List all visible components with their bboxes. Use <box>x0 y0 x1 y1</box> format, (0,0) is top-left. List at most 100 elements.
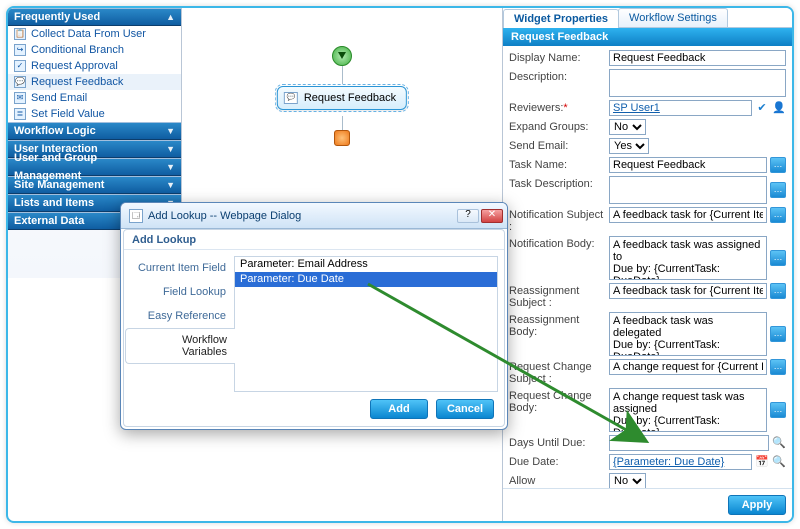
section-label: Lists and Items <box>14 194 94 212</box>
lookup-icon[interactable]: … <box>770 402 786 418</box>
label-reassignment-subject: Reassignment Subject : <box>509 283 609 309</box>
calendar-icon[interactable]: 📅 <box>755 455 769 469</box>
chevron-down-icon: ▼ <box>166 158 175 176</box>
tab-workflow-settings[interactable]: Workflow Settings <box>618 8 728 27</box>
dialog-tab-field-lookup[interactable]: Field Lookup <box>124 280 234 304</box>
toolbox-item-request-approval[interactable]: ✓ Request Approval <box>8 58 181 74</box>
label-request-change-body: Request Change Body: <box>509 388 609 414</box>
reassignment-body-input[interactable]: A feedback task was delegated Due by: {C… <box>609 312 767 356</box>
page-icon: 🗔 <box>129 209 143 223</box>
dialog-titlebar[interactable]: 🗔 Add Lookup -- Webpage Dialog ? ✕ <box>121 203 507 229</box>
section-label: Site Management <box>14 176 104 194</box>
section-workflow-logic[interactable]: Workflow Logic ▼ <box>8 122 181 140</box>
label-reviewers: Reviewers:* <box>509 100 609 114</box>
request-change-subject-input[interactable] <box>609 359 767 375</box>
item-label: Set Field Value <box>31 106 105 122</box>
label-expand-groups: Expand Groups: <box>509 119 609 133</box>
help-button[interactable]: ? <box>457 209 479 223</box>
label-days-until-due: Days Until Due: <box>509 435 609 449</box>
apply-button[interactable]: Apply <box>728 495 786 515</box>
frequently-used-items: 📋 Collect Data From User ↪ Conditional Bra… <box>8 26 181 122</box>
connector <box>342 116 343 130</box>
cancel-button[interactable]: Cancel <box>436 399 494 419</box>
properties-section-title: Request Feedback <box>503 28 792 46</box>
dialog-side-tabs: Current Item Field Field Lookup Easy Ref… <box>124 250 234 392</box>
toolbox-item-request-feedback[interactable]: 💬 Request Feedback <box>8 74 181 90</box>
notification-body-input[interactable]: A feedback task was assigned to Due by: … <box>609 236 767 280</box>
allow-reassignment-select[interactable]: No <box>609 473 646 488</box>
lookup-icon[interactable]: … <box>770 326 786 342</box>
properties-tabs: Widget Properties Workflow Settings <box>503 8 792 28</box>
lookup-icon[interactable]: … <box>770 250 786 266</box>
feedback-icon: 💬 <box>284 92 298 104</box>
start-node[interactable] <box>332 46 352 66</box>
section-user-group-mgmt[interactable]: User and Group Management▼ <box>8 158 181 176</box>
label-description: Description: <box>509 69 609 83</box>
notification-subject-input[interactable] <box>609 207 767 223</box>
add-lookup-dialog: 🗔 Add Lookup -- Webpage Dialog ? ✕ Add L… <box>120 202 508 430</box>
request-change-body-input[interactable]: A change request task was assigned Due b… <box>609 388 767 432</box>
description-input[interactable] <box>609 69 786 97</box>
toolbox-item-send-email[interactable]: ✉Send Email <box>8 90 181 106</box>
toolbox-item-collect-data[interactable]: 📋 Collect Data From User <box>8 26 181 42</box>
form-icon: 📋 <box>14 28 26 40</box>
dialog-tab-easy-reference[interactable]: Easy Reference <box>124 304 234 328</box>
list-item[interactable]: Parameter: Due Date <box>235 272 497 287</box>
toolbox-item-set-field-value[interactable]: ≣ Set Field Value <box>8 106 181 122</box>
approval-icon: ✓ <box>14 60 26 72</box>
send-email-select[interactable]: Yes <box>609 138 649 154</box>
display-name-input[interactable] <box>609 50 786 66</box>
task-description-input[interactable] <box>609 176 767 204</box>
people-picker-icon[interactable]: 👤 <box>772 101 786 115</box>
reassignment-subject-input[interactable] <box>609 283 767 299</box>
properties-panel: Widget Properties Workflow Settings Requ… <box>502 8 792 521</box>
section-label: External Data <box>14 212 84 230</box>
dialog-tab-current-item-field[interactable]: Current Item Field <box>124 256 234 280</box>
lookup-icon[interactable]: … <box>770 182 786 198</box>
reviewers-input[interactable] <box>609 100 752 116</box>
item-label: Collect Data From User <box>31 26 146 42</box>
branch-icon: ↪ <box>14 44 26 56</box>
dialog-tab-workflow-variables[interactable]: Workflow Variables <box>125 328 235 364</box>
chevron-down-icon: ▼ <box>166 140 175 158</box>
lookup-icon[interactable]: … <box>770 283 786 299</box>
toolbox-item-conditional-branch[interactable]: ↪ Conditional Branch <box>8 42 181 58</box>
feedback-icon: 💬 <box>14 76 26 88</box>
chevron-down-icon: ▼ <box>166 122 175 140</box>
lookup-icon[interactable]: … <box>770 207 786 223</box>
workflow-node-request-feedback[interactable]: 💬 Request Feedback <box>277 86 407 110</box>
close-button[interactable]: ✕ <box>481 209 503 223</box>
item-label: Request Approval <box>31 58 118 74</box>
label-task-description: Task Description: <box>509 176 609 190</box>
add-button[interactable]: Add <box>370 399 428 419</box>
search-icon[interactable]: 🔍 <box>772 455 786 469</box>
label-send-email: Send Email: <box>509 138 609 152</box>
lookup-icon[interactable]: … <box>770 359 786 375</box>
item-label: Request Feedback <box>31 74 123 90</box>
section-label: Workflow Logic <box>14 122 96 140</box>
label-display-name: Display Name: <box>509 50 609 64</box>
end-node[interactable] <box>334 130 350 146</box>
due-date-input[interactable]: {Parameter: Due Date} <box>609 454 752 470</box>
days-until-due-input[interactable] <box>609 435 769 451</box>
label-reassignment-body: Reassignment Body: <box>509 312 609 338</box>
dialog-variable-list[interactable]: Parameter: Email Address Parameter: Due … <box>234 256 498 392</box>
expand-groups-select[interactable]: No <box>609 119 646 135</box>
list-item[interactable]: Parameter: Email Address <box>235 257 497 272</box>
tab-widget-properties[interactable]: Widget Properties <box>503 9 619 28</box>
lookup-icon[interactable]: … <box>770 157 786 173</box>
label-task-name: Task Name: <box>509 157 609 171</box>
label-request-change-subject: Request Change Subject : <box>509 359 609 385</box>
item-label: Send Email <box>31 90 87 106</box>
field-icon: ≣ <box>14 108 26 120</box>
search-icon[interactable]: 🔍 <box>772 436 786 450</box>
check-name-icon[interactable]: ✔ <box>755 101 769 115</box>
label-notification-subject: Notification Subject : <box>509 207 609 233</box>
item-label: Conditional Branch <box>31 42 124 58</box>
connector <box>342 66 343 84</box>
chevron-down-icon: ▼ <box>166 176 175 194</box>
section-frequently-used[interactable]: Frequently Used ▲ <box>8 8 181 26</box>
chevron-up-icon: ▲ <box>166 8 175 26</box>
task-name-input[interactable] <box>609 157 767 173</box>
label-due-date: Due Date: <box>509 454 609 468</box>
